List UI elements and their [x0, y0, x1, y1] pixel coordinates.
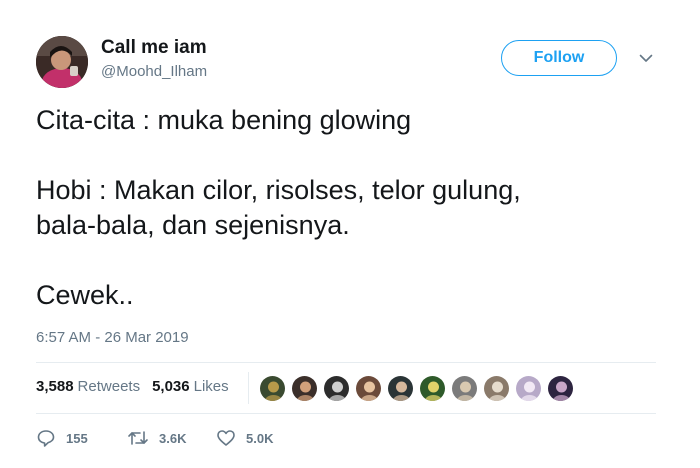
- avatar-image: [36, 36, 88, 88]
- author-handle[interactable]: @Moohd_Ilham: [101, 63, 207, 80]
- liker-avatar[interactable]: [259, 375, 286, 402]
- author-display-name[interactable]: Call me iam: [101, 37, 207, 59]
- author-avatar[interactable]: [36, 36, 88, 88]
- retweet-count: 3.6K: [159, 430, 187, 446]
- retweet-icon: [128, 431, 148, 445]
- liker-avatar[interactable]: [291, 375, 318, 402]
- likes-label[interactable]: Likes: [194, 378, 229, 395]
- reply-icon: [37, 430, 55, 447]
- tweet-card: Call me iam @Moohd_Ilham Follow Cita-cit…: [0, 0, 700, 468]
- like-count: 5.0K: [246, 430, 274, 446]
- retweet-button[interactable]: 3.6K: [127, 428, 186, 448]
- liker-avatar[interactable]: [419, 375, 446, 402]
- tweet-line: Cewek..: [36, 280, 134, 310]
- reply-count: 155: [66, 430, 88, 446]
- liker-avatar[interactable]: [323, 375, 350, 402]
- liker-avatar[interactable]: [451, 375, 478, 402]
- liker-avatar[interactable]: [387, 375, 414, 402]
- follow-button[interactable]: Follow: [501, 40, 617, 76]
- divider: [36, 413, 656, 414]
- retweets-label[interactable]: Retweets: [78, 378, 141, 395]
- liker-avatar[interactable]: [547, 375, 574, 402]
- reply-button[interactable]: 155: [36, 428, 88, 448]
- tweet-line: bala-bala, dan sejenisnya.: [36, 210, 350, 240]
- tweet-line: Cita-cita : muka bening glowing: [36, 105, 412, 135]
- more-options-button[interactable]: [636, 50, 656, 66]
- retweets-count[interactable]: 3,588: [36, 378, 74, 395]
- divider: [36, 362, 656, 363]
- liker-avatar[interactable]: [515, 375, 542, 402]
- liker-avatar[interactable]: [483, 375, 510, 402]
- likes-count[interactable]: 5,036: [152, 378, 190, 395]
- chevron-down-icon: [639, 54, 653, 62]
- tweet-text: Cita-cita : muka bening glowing Hobi : M…: [36, 103, 666, 313]
- engagement-stats: 3,588 Retweets 5,036 Likes: [36, 378, 229, 395]
- tweet-timestamp[interactable]: 6:57 AM - 26 Mar 2019: [36, 329, 189, 346]
- tweet-line: Hobi : Makan cilor, risolses, telor gulu…: [36, 175, 521, 205]
- stats-separator: [248, 372, 249, 404]
- heart-icon: [217, 430, 235, 446]
- like-button[interactable]: 5.0K: [216, 428, 273, 448]
- liker-avatar[interactable]: [355, 375, 382, 402]
